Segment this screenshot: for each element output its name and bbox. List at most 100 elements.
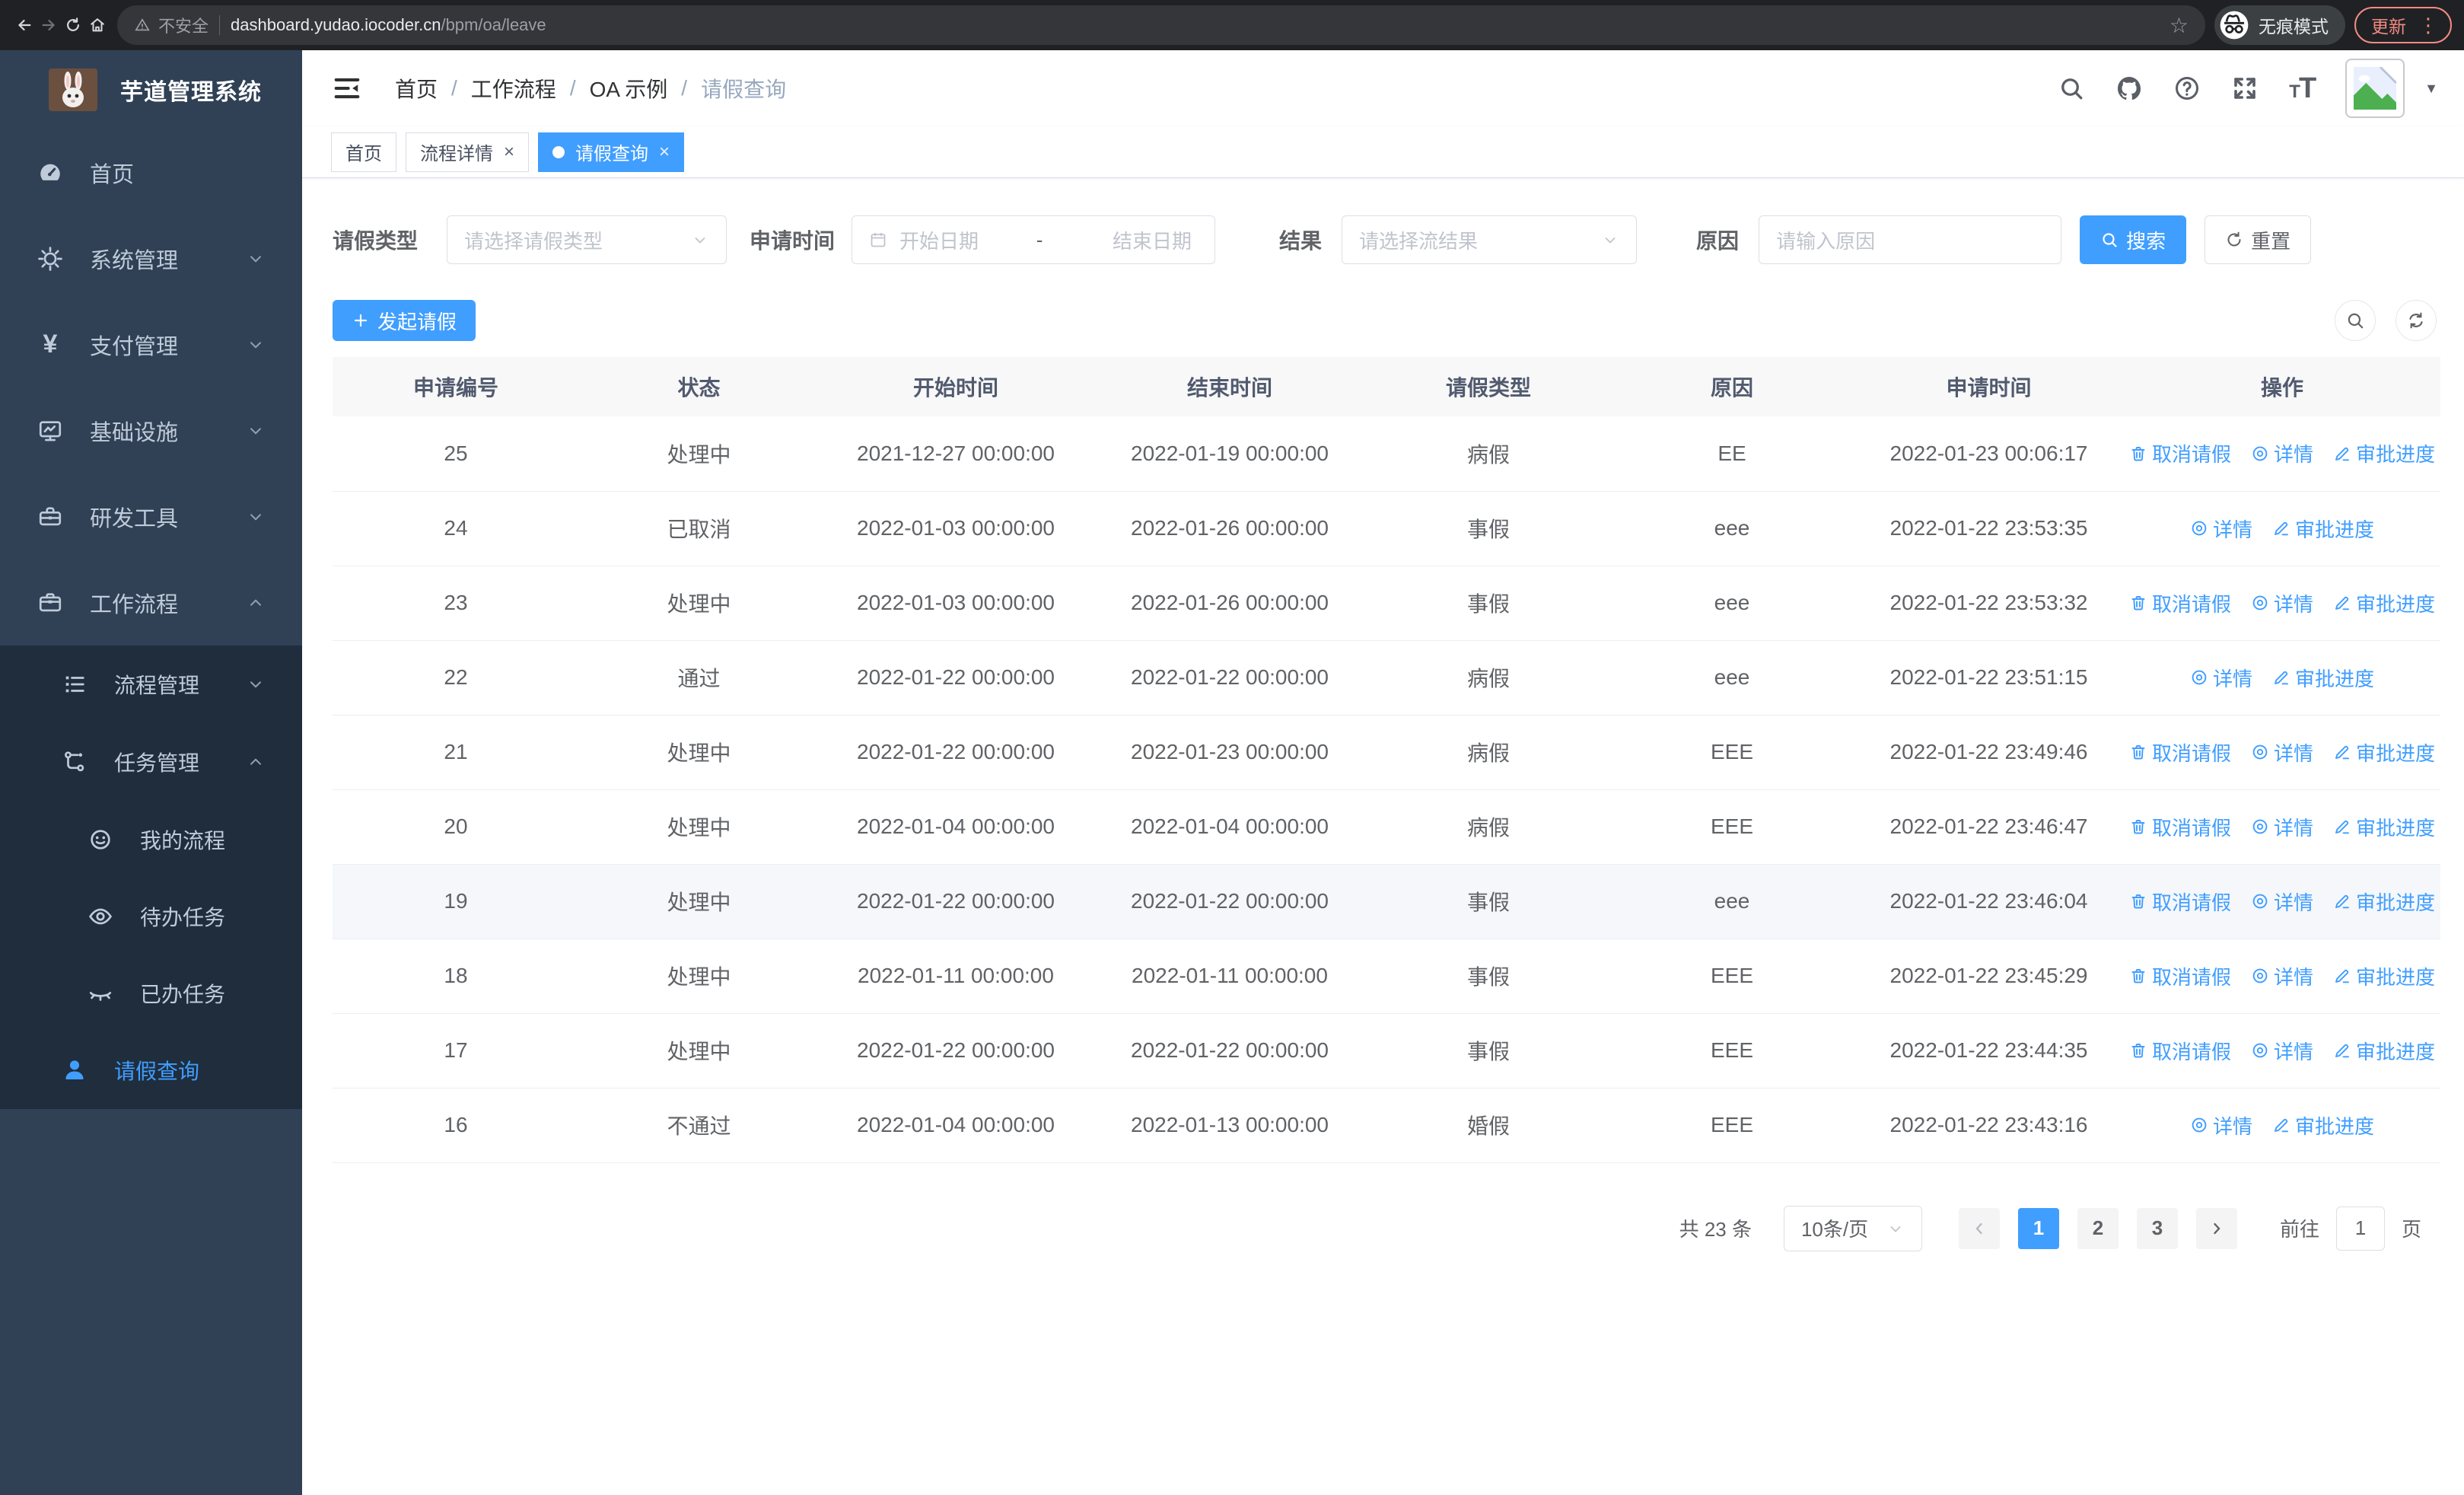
pen-icon: [2272, 519, 2291, 537]
yen-icon: ¥: [43, 330, 58, 359]
table-row: 21 处理中 2022-01-22 00:00:00 2022-01-23 00:00…: [333, 715, 2440, 790]
apply-time-label: 申请时间: [750, 229, 836, 253]
result-select[interactable]: 请选择流结果: [1342, 215, 1638, 264]
page-button-1[interactable]: 1: [2017, 1207, 2059, 1249]
sidebar-item-已办任务[interactable]: 已办任务: [0, 955, 302, 1031]
avatar-caret-icon[interactable]: ▼: [2424, 81, 2438, 97]
create-leave-button[interactable]: 发起请假: [333, 300, 476, 341]
page-size-select[interactable]: 10条/页: [1783, 1205, 1922, 1251]
breadcrumb: 首页 / 工作流程 / OA 示例 / 请假查询: [395, 73, 786, 104]
detail-action-link[interactable]: 详情: [2190, 515, 2252, 543]
progress-action-link[interactable]: 审批进度: [2272, 664, 2374, 692]
font-size-icon[interactable]: TT: [2289, 72, 2316, 105]
tab-请假查询[interactable]: 请假查询 ×: [538, 132, 685, 172]
detail-action-link[interactable]: 详情: [2251, 813, 2313, 841]
cancel-action-link[interactable]: 取消请假: [2129, 589, 2231, 617]
browser-home-icon[interactable]: [85, 12, 110, 38]
cancel-action-link[interactable]: 取消请假: [2129, 888, 2231, 916]
help-icon[interactable]: [2173, 75, 2201, 102]
breadcrumb-item[interactable]: 首页: [395, 73, 438, 104]
view-icon: [2251, 818, 2269, 836]
cell-type: 病假: [1367, 416, 1610, 492]
detail-action-link[interactable]: 详情: [2251, 439, 2313, 467]
sidebar-item-label: 支付管理: [90, 334, 179, 359]
sidebar-item-流程管理[interactable]: 流程管理: [0, 645, 302, 723]
progress-action-link[interactable]: 审批进度: [2333, 813, 2435, 841]
progress-action-link[interactable]: 审批进度: [2333, 589, 2435, 617]
refresh-table-button[interactable]: [2396, 300, 2437, 341]
browser-menu-icon[interactable]: ⋮: [2418, 15, 2438, 35]
sidebar-item-研发工具[interactable]: 研发工具: [0, 473, 302, 559]
progress-action-link[interactable]: 审批进度: [2272, 1111, 2374, 1140]
goto-page: 前往 1 页: [2280, 1206, 2421, 1251]
cancel-action-link[interactable]: 取消请假: [2129, 962, 2231, 990]
cancel-action-link[interactable]: 取消请假: [2129, 1037, 2231, 1065]
tab-流程详情[interactable]: 流程详情 ×: [406, 132, 530, 172]
cancel-action-link[interactable]: 取消请假: [2129, 738, 2231, 767]
sidebar-menu: 首页 系统管理 ¥ 支付管理基础设施 研发工具 工作流程 流程管理 任务管理 我的流程 待办任务已…: [0, 129, 302, 1109]
cancel-action-link[interactable]: 取消请假: [2129, 439, 2231, 467]
bookmark-star-icon[interactable]: ☆: [2170, 13, 2189, 38]
sidebar-item-任务管理[interactable]: 任务管理: [0, 723, 302, 801]
detail-action-link[interactable]: 详情: [2251, 962, 2313, 990]
sidebar-item-系统管理[interactable]: 系统管理: [0, 215, 302, 301]
page-button-2[interactable]: 2: [2077, 1207, 2119, 1249]
plus-icon: [354, 314, 368, 327]
chevron-up-icon: [246, 752, 266, 772]
progress-action-link[interactable]: 审批进度: [2333, 888, 2435, 916]
sidebar-item-请假查询[interactable]: 请假查询: [0, 1031, 302, 1109]
reason-input[interactable]: 请输入原因: [1759, 215, 2062, 264]
header-search-icon[interactable]: [2058, 75, 2085, 102]
sidebar-item-支付管理[interactable]: ¥ 支付管理: [0, 301, 302, 387]
close-icon[interactable]: ×: [504, 142, 514, 163]
leave-type-select[interactable]: 请选择请假类型: [447, 215, 727, 264]
breadcrumb-separator: /: [569, 76, 576, 100]
cell-applied: 2022-01-22 23:46:04: [1854, 864, 2124, 939]
search-button[interactable]: 搜索: [2080, 215, 2187, 264]
browser-update-button[interactable]: 更新 ⋮: [2354, 7, 2452, 43]
sidebar-item-我的流程[interactable]: 我的流程: [0, 801, 302, 878]
progress-action-link[interactable]: 审批进度: [2333, 439, 2435, 467]
show-search-button[interactable]: [2335, 300, 2376, 341]
browser-forward-icon[interactable]: [37, 12, 61, 38]
cell-actions: 取消请假 详情 审批进度: [2124, 566, 2440, 641]
cell-applied: 2022-01-22 23:53:35: [1854, 491, 2124, 566]
detail-action-link[interactable]: 详情: [2251, 589, 2313, 617]
prev-page-button[interactable]: [1958, 1207, 2000, 1249]
next-page-button[interactable]: [2195, 1207, 2237, 1249]
detail-action-link[interactable]: 详情: [2190, 664, 2252, 692]
cell-status: 不通过: [579, 1088, 819, 1163]
progress-action-link[interactable]: 审批进度: [2272, 515, 2374, 543]
tab-label: 请假查询: [575, 144, 649, 164]
breadcrumb-item[interactable]: OA 示例: [590, 73, 668, 104]
sidebar-item-首页[interactable]: 首页: [0, 129, 302, 215]
browser-back-icon[interactable]: [12, 12, 37, 38]
fullscreen-icon[interactable]: [2231, 75, 2259, 102]
cell-reason: eee: [1610, 864, 1854, 939]
tab-首页[interactable]: 首页: [331, 132, 396, 172]
github-icon[interactable]: [2115, 75, 2143, 102]
sidebar-item-待办任务[interactable]: 待办任务: [0, 878, 302, 955]
goto-page-input[interactable]: 1: [2335, 1206, 2385, 1251]
detail-action-link[interactable]: 详情: [2251, 1037, 2313, 1065]
reset-button[interactable]: 重置: [2205, 215, 2312, 264]
apply-time-range-picker[interactable]: 开始日期 - 结束日期: [852, 215, 1216, 264]
progress-action-link[interactable]: 审批进度: [2333, 738, 2435, 767]
detail-action-link[interactable]: 详情: [2251, 888, 2313, 916]
cancel-action-link[interactable]: 取消请假: [2129, 813, 2231, 841]
progress-action-link[interactable]: 审批进度: [2333, 962, 2435, 990]
url-bar[interactable]: 不安全 dashboard.yudao.iocoder.cn/bpm/oa/le…: [117, 5, 2205, 45]
close-icon[interactable]: ×: [659, 142, 670, 163]
progress-action-link[interactable]: 审批进度: [2333, 1037, 2435, 1065]
sidebar-collapse-icon[interactable]: [333, 72, 365, 104]
sidebar-item-工作流程[interactable]: 工作流程: [0, 559, 302, 645]
detail-action-link[interactable]: 详情: [2251, 738, 2313, 767]
browser-reload-icon[interactable]: [61, 12, 85, 38]
cell-type: 病假: [1367, 715, 1610, 790]
detail-action-link[interactable]: 详情: [2190, 1111, 2252, 1140]
sidebar-item-基础设施[interactable]: 基础设施: [0, 387, 302, 473]
avatar[interactable]: [2345, 59, 2405, 118]
breadcrumb-item[interactable]: 工作流程: [471, 73, 556, 104]
page-button-3[interactable]: 3: [2136, 1207, 2178, 1249]
reason-label: 原因: [1696, 229, 1740, 253]
